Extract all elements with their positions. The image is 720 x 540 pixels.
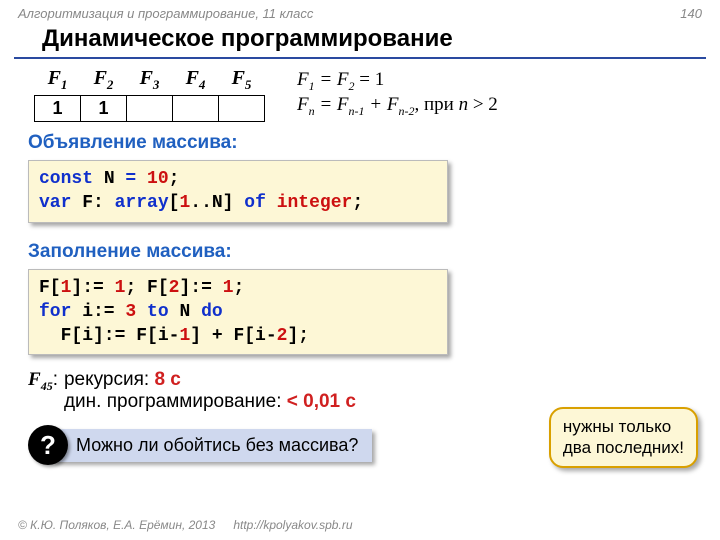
slide-footer: © К.Ю. Поляков, Е.А. Ерёмин, 2013 http:/… xyxy=(0,514,720,536)
section-fill: Заполнение массива: xyxy=(28,241,692,263)
copyright-text: © К.Ю. Поляков, Е.А. Ерёмин, 2013 xyxy=(18,518,215,532)
code-block-declaration: const N = 10; var F: array[1..N] of inte… xyxy=(28,160,448,223)
course-label: Алгоритмизация и программирование, 11 кл… xyxy=(18,6,313,21)
fibonacci-table: F1 F2 F3 F4 F5 1 1 xyxy=(34,67,265,122)
recurrence-formulas: F1 = F2 = 1 Fn = Fn-1 + Fn-2, при n > 2 xyxy=(297,67,498,119)
page-number: 140 xyxy=(680,6,702,21)
code-block-fill: F[1]:= 1; F[2]:= 1; for i:= 3 to N do F[… xyxy=(28,269,448,356)
section-declaration: Объявление массива: xyxy=(28,132,692,154)
top-row: F1 F2 F3 F4 F5 1 1 F1 = F2 = 1 Fn = Fn-1… xyxy=(28,67,692,122)
slide-title: Динамическое программирование xyxy=(14,23,706,59)
footer-url: http://kpolyakov.spb.ru xyxy=(233,518,352,532)
question-box: Можно ли обойтись без массива? xyxy=(52,429,372,462)
slide-header: Алгоритмизация и программирование, 11 кл… xyxy=(0,0,720,23)
table-row: 1 1 xyxy=(35,96,265,122)
table-header-row: F1 F2 F3 F4 F5 xyxy=(35,67,265,96)
callout-note: нужны только два последних! xyxy=(549,407,698,468)
